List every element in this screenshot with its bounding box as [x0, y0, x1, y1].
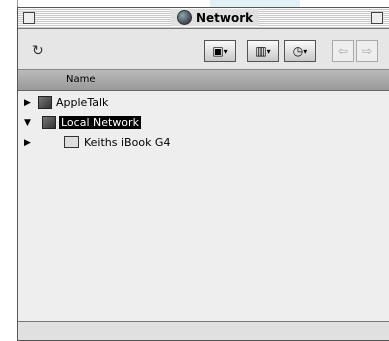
network-window: Network ↻ ▣ ▾ ▥ ▾ ◷ ▾ ⇦ ⇨ Name ▶ AppleTa…: [17, 7, 389, 341]
zoom-box-icon[interactable]: [371, 12, 383, 24]
forward-button[interactable]: ⇨: [356, 40, 378, 62]
books-button[interactable]: ▥ ▾: [247, 40, 279, 62]
forward-arrow-icon: ⇨: [361, 44, 373, 58]
status-bar: [18, 321, 389, 340]
computer-icon: [64, 136, 79, 148]
back-button[interactable]: ⇦: [332, 40, 354, 62]
toolbar: ↻ ▣ ▾ ▥ ▾ ◷ ▾ ⇦ ⇨: [18, 29, 389, 70]
disclosure-triangle-icon[interactable]: ▶: [24, 138, 31, 148]
background-band-left: [0, 0, 17, 341]
close-box-icon[interactable]: [23, 12, 35, 24]
list-item-label: Keiths iBook G4: [84, 136, 171, 149]
disclosure-triangle-icon[interactable]: ▶: [24, 98, 31, 108]
list-item-local-network[interactable]: ▼ Local Network: [18, 113, 389, 133]
appletalk-folder-icon: [38, 96, 52, 109]
clock-dropdown-arrow: ▾: [303, 46, 308, 56]
local-network-folder-icon: [42, 116, 56, 129]
clock-icon: ◷: [292, 44, 304, 58]
network-list: ▶ AppleTalk ▼ Local Network ▶ Keiths iBo…: [18, 91, 389, 323]
title-bar[interactable]: Network: [18, 8, 389, 29]
server-dropdown-arrow: ▾: [223, 46, 228, 56]
column-header-label: Name: [66, 74, 96, 85]
books-icon: ▥: [255, 44, 267, 58]
server-button[interactable]: ▣ ▾: [204, 40, 236, 62]
books-dropdown-arrow: ▾: [266, 46, 271, 56]
list-item-label: AppleTalk: [56, 96, 109, 109]
clock-button[interactable]: ◷ ▾: [284, 40, 316, 62]
back-arrow-icon: ⇦: [337, 44, 349, 58]
disclosure-triangle-expanded-icon[interactable]: ▼: [24, 118, 31, 128]
window-title: Network: [196, 10, 254, 25]
window-title-area: Network: [171, 9, 260, 26]
column-header-name[interactable]: Name: [18, 70, 389, 91]
refresh-icon[interactable]: ↻: [32, 43, 44, 59]
globe-icon: [177, 10, 192, 25]
server-icon: ▣: [212, 44, 224, 58]
list-item-label: Local Network: [59, 116, 141, 129]
list-item-appletalk[interactable]: ▶ AppleTalk: [18, 93, 389, 113]
list-item-keiths-ibook[interactable]: ▶ Keiths iBook G4: [18, 133, 389, 153]
